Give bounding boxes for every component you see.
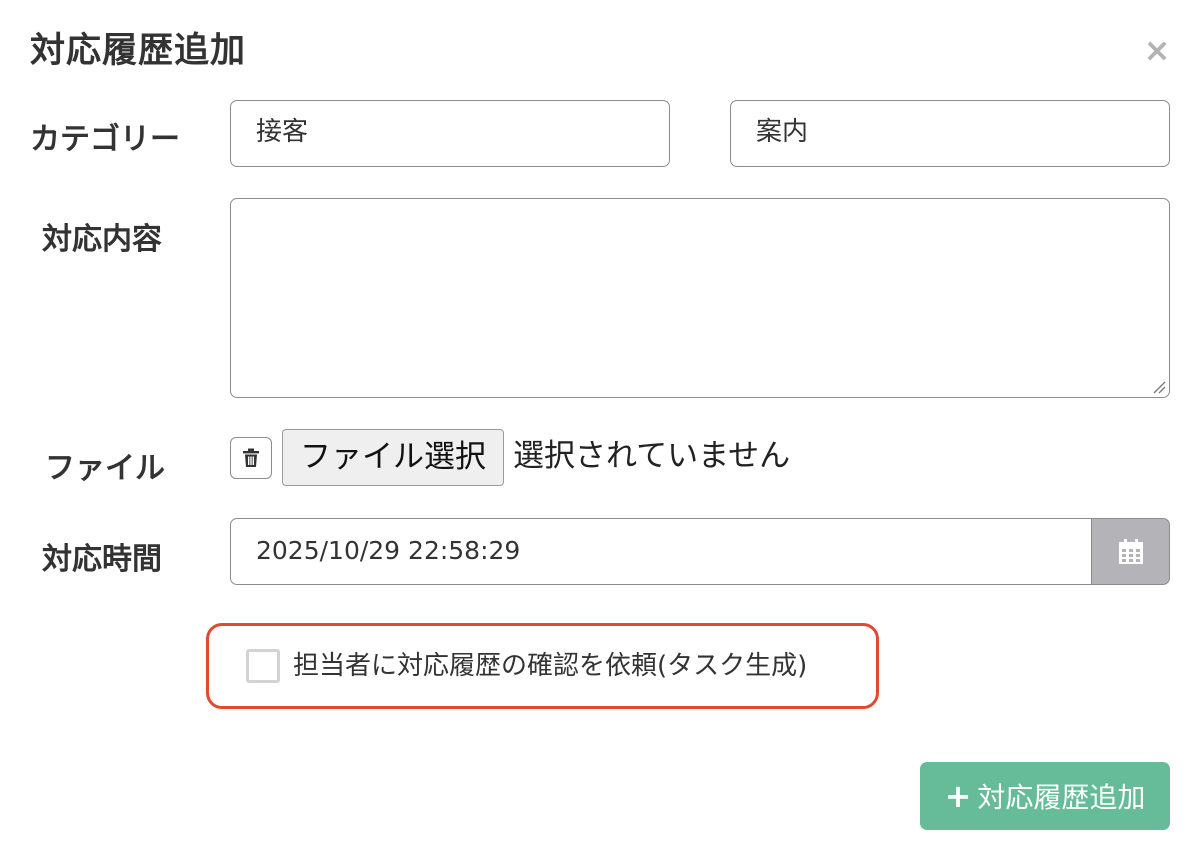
delete-file-button[interactable] bbox=[230, 437, 272, 479]
content-textarea[interactable] bbox=[230, 198, 1170, 398]
plus-icon: + bbox=[944, 777, 972, 815]
datetime-group: 2025/10/29 22:58:29 bbox=[230, 518, 1170, 585]
task-request-checkbox[interactable] bbox=[246, 649, 280, 683]
category-primary-input[interactable]: 接客 bbox=[230, 100, 670, 167]
add-history-modal: 対応履歴追加 × カテゴリー 接客 案内 対応内容 ファイル ファイル選択 選択… bbox=[0, 0, 1200, 858]
add-history-button-label: 対応履歴追加 bbox=[977, 781, 1146, 814]
choose-file-button[interactable]: ファイル選択 bbox=[282, 429, 504, 486]
datetime-input[interactable]: 2025/10/29 22:58:29 bbox=[230, 518, 1092, 585]
resize-grip-icon[interactable] bbox=[1152, 380, 1166, 394]
file-label: ファイル bbox=[45, 451, 165, 486]
category-label: カテゴリー bbox=[30, 122, 180, 157]
file-status-text: 選択されていません bbox=[513, 438, 791, 474]
content-label: 対応内容 bbox=[42, 222, 162, 257]
time-label: 対応時間 bbox=[42, 542, 162, 577]
trash-icon bbox=[243, 448, 259, 467]
calendar-icon bbox=[1118, 538, 1143, 564]
category-secondary-input[interactable]: 案内 bbox=[730, 100, 1170, 167]
calendar-button[interactable] bbox=[1091, 518, 1170, 585]
close-icon[interactable]: × bbox=[1143, 30, 1171, 70]
modal-title: 対応履歴追加 bbox=[30, 31, 247, 71]
task-request-highlight: 担当者に対応履歴の確認を依頼(タスク生成) bbox=[206, 623, 879, 709]
add-history-button[interactable]: + 対応履歴追加 bbox=[920, 762, 1170, 830]
task-request-label[interactable]: 担当者に対応履歴の確認を依頼(タスク生成) bbox=[293, 645, 807, 687]
